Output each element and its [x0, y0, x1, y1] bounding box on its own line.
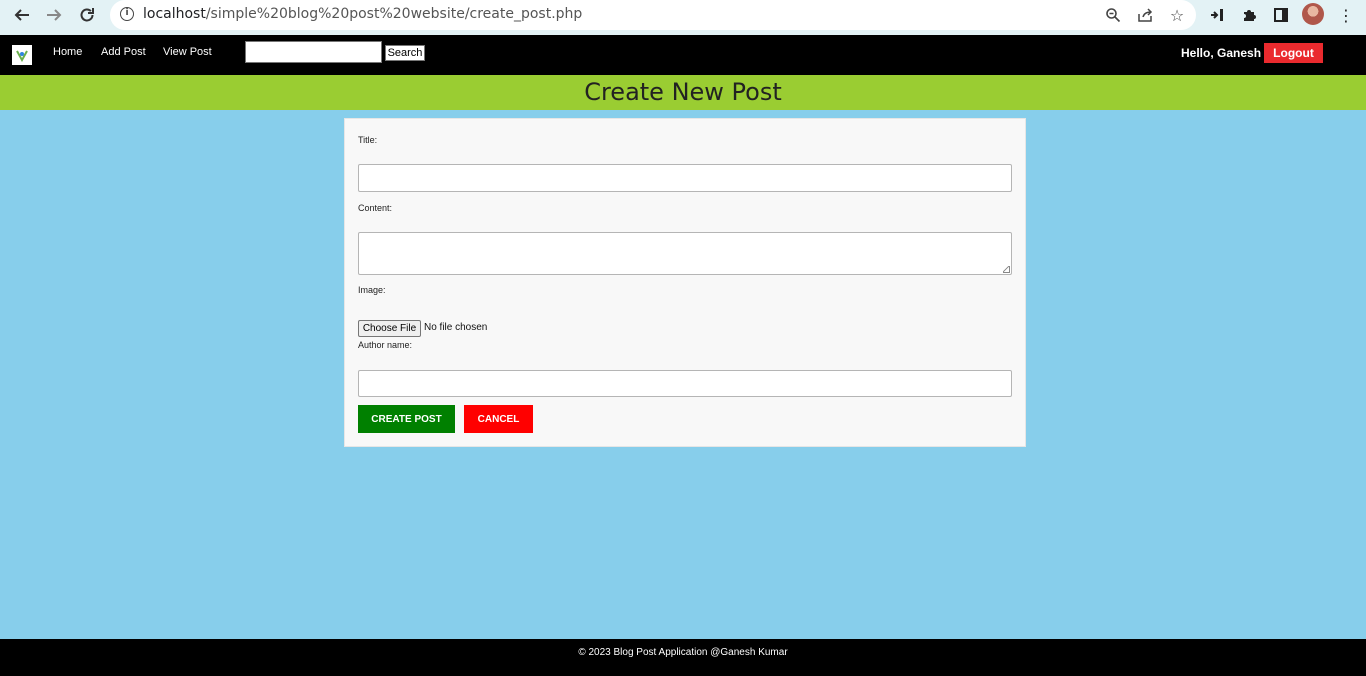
user-greeting: Hello, Ganesh: [1181, 46, 1262, 60]
create-post-button[interactable]: CREATE POST: [358, 405, 455, 433]
browser-toolbar: i localhost/simple%20blog%20post%20websi…: [0, 0, 1366, 35]
footer-copyright: © 2023 Blog Post Application @Ganesh Kum…: [578, 647, 788, 658]
page-title: Create New Post: [584, 78, 782, 106]
bookmark-star-icon[interactable]: ☆: [1166, 4, 1188, 26]
media-icon[interactable]: [1205, 4, 1229, 26]
site-logo[interactable]: [12, 45, 32, 65]
page-header: Create New Post: [0, 75, 1366, 110]
back-arrow-icon[interactable]: [9, 3, 35, 27]
reload-icon[interactable]: [74, 3, 100, 27]
search-input[interactable]: [245, 41, 382, 63]
nav-home-link[interactable]: Home: [53, 46, 82, 58]
create-post-form: Title: Content: Image: Choose File No fi…: [344, 118, 1026, 447]
kebab-menu-icon[interactable]: ⋮: [1334, 4, 1358, 26]
share-icon[interactable]: [1134, 4, 1156, 26]
choose-file-button[interactable]: Choose File: [358, 320, 421, 337]
site-navbar: Home Add Post View Post Search Hello, Ga…: [0, 35, 1366, 75]
zoom-icon[interactable]: [1102, 4, 1124, 26]
nav-add-post-link[interactable]: Add Post: [101, 46, 146, 58]
search-button[interactable]: Search: [385, 45, 425, 61]
nav-view-post-link[interactable]: View Post: [163, 46, 212, 58]
title-input[interactable]: [358, 164, 1012, 192]
address-bar[interactable]: i localhost/simple%20blog%20post%20websi…: [110, 0, 1196, 30]
extensions-puzzle-icon[interactable]: [1237, 4, 1261, 26]
file-status-text: No file chosen: [424, 322, 488, 333]
resize-grip-icon[interactable]: [1003, 266, 1010, 273]
site-footer: © 2023 Blog Post Application @Ganesh Kum…: [0, 639, 1366, 676]
url-text[interactable]: localhost/simple%20blog%20post%20website…: [143, 6, 582, 22]
profile-avatar[interactable]: [1302, 3, 1324, 25]
logout-button[interactable]: Logout: [1264, 43, 1323, 63]
title-label: Title:: [358, 135, 378, 145]
info-icon[interactable]: i: [120, 7, 134, 21]
side-panel-icon[interactable]: [1269, 4, 1293, 26]
cancel-button[interactable]: CANCEL: [464, 405, 533, 433]
author-input[interactable]: [358, 370, 1012, 397]
image-label: Image:: [358, 285, 386, 295]
forward-arrow-icon[interactable]: [41, 3, 67, 27]
content-textarea[interactable]: [358, 232, 1012, 275]
author-label: Author name:: [358, 340, 413, 350]
content-label: Content:: [358, 203, 393, 213]
